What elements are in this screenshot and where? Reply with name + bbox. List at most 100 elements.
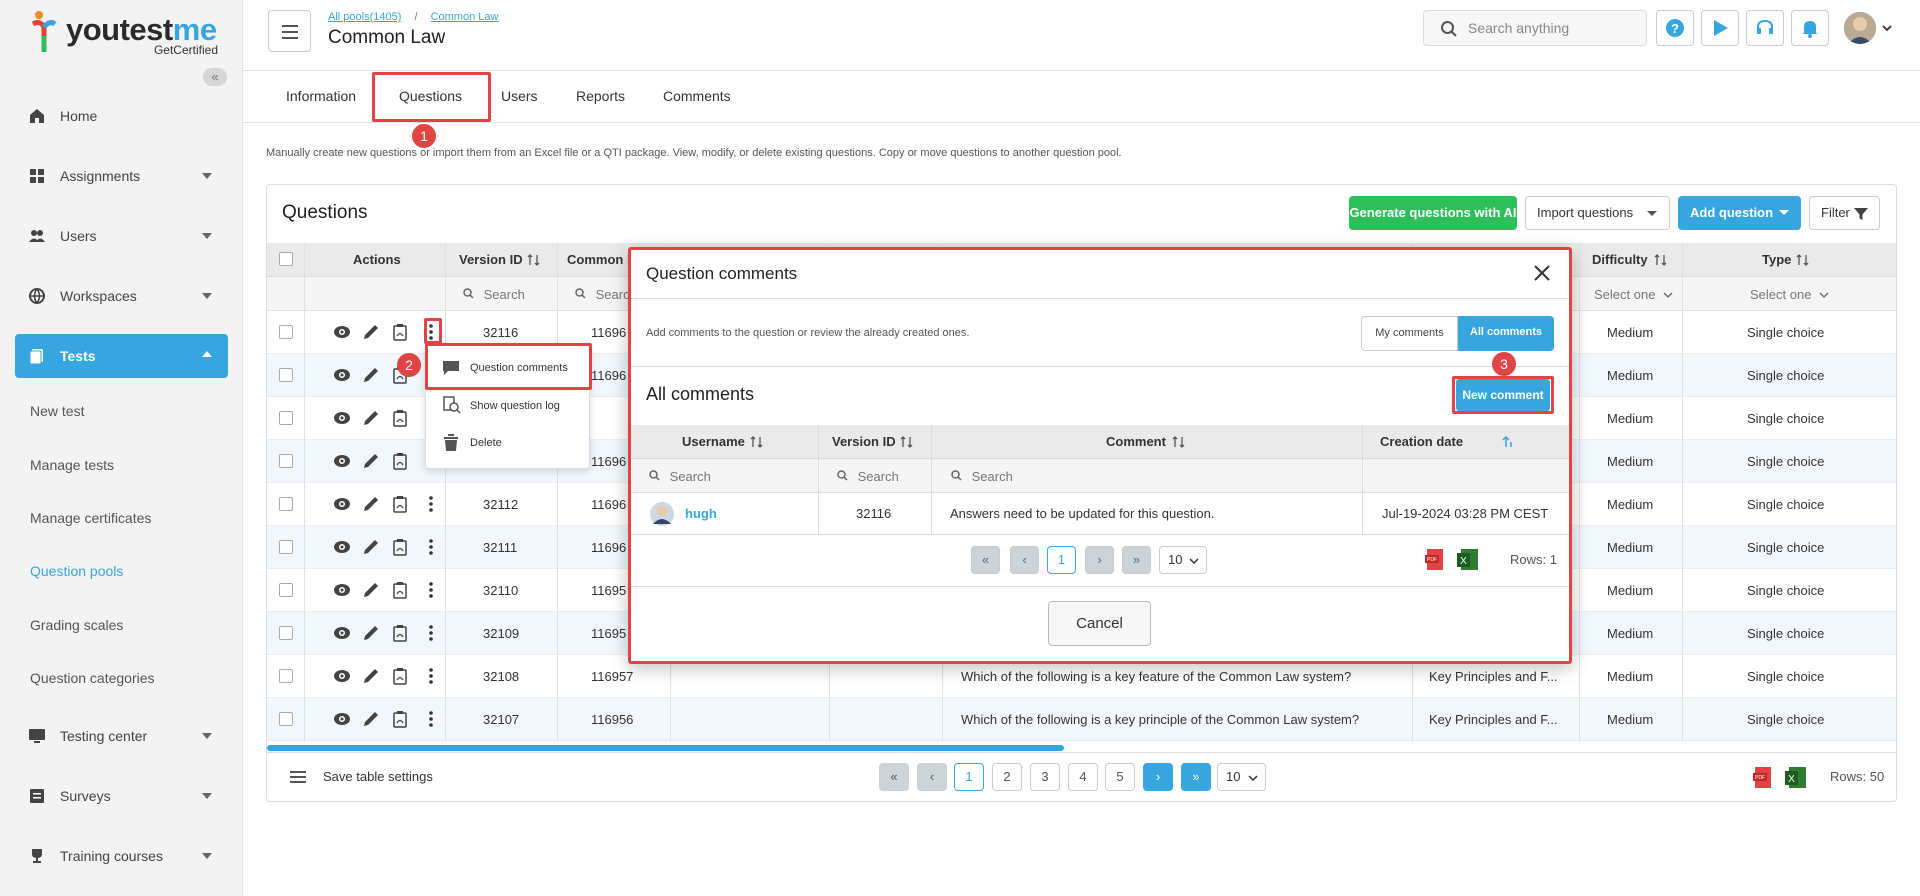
edit-icon[interactable] bbox=[362, 323, 380, 344]
view-icon[interactable] bbox=[333, 452, 351, 473]
row-checkbox[interactable] bbox=[279, 411, 293, 425]
version-id-search-input[interactable]: Search bbox=[463, 287, 525, 302]
page-button-3[interactable]: 3 bbox=[1030, 763, 1060, 791]
row-checkbox[interactable] bbox=[279, 497, 293, 511]
sidebar-item-home[interactable]: Home bbox=[15, 94, 228, 138]
row-checkbox[interactable] bbox=[279, 540, 293, 554]
row-checkbox[interactable] bbox=[279, 583, 293, 597]
view-icon[interactable] bbox=[333, 538, 351, 559]
global-search-input[interactable]: Search anything bbox=[1423, 10, 1647, 46]
comments-page-button-1[interactable]: 1 bbox=[1047, 546, 1076, 574]
play-tutorial-button[interactable] bbox=[1701, 10, 1739, 46]
comment-username[interactable]: hugh bbox=[685, 506, 717, 521]
view-icon[interactable] bbox=[333, 710, 351, 731]
comments-page-size-select[interactable]: 10 bbox=[1159, 546, 1207, 574]
horizontal-scrollbar[interactable] bbox=[267, 745, 1064, 751]
sort-ascending-icon[interactable] bbox=[1502, 436, 1514, 448]
more-options-icon[interactable] bbox=[428, 538, 434, 559]
edit-icon[interactable] bbox=[362, 581, 380, 602]
copy-move-icon[interactable] bbox=[391, 323, 409, 344]
edit-icon[interactable] bbox=[362, 452, 380, 473]
edit-icon[interactable] bbox=[362, 409, 380, 430]
tab-users[interactable]: Users bbox=[501, 88, 538, 104]
page-size-select[interactable]: 10 bbox=[1217, 763, 1266, 791]
select-all-checkbox[interactable] bbox=[279, 252, 293, 266]
prev-page-button[interactable]: ‹ bbox=[917, 763, 947, 791]
copy-move-icon[interactable] bbox=[391, 495, 409, 516]
breadcrumb-all-pools[interactable]: All pools(1405) bbox=[328, 11, 401, 23]
tab-comments[interactable]: Comments bbox=[663, 88, 731, 104]
next-page-button[interactable]: › bbox=[1143, 763, 1173, 791]
save-table-settings-button[interactable]: Save table settings bbox=[323, 769, 433, 784]
row-checkbox[interactable] bbox=[279, 712, 293, 726]
copy-move-icon[interactable] bbox=[391, 452, 409, 473]
menu-item-delete[interactable]: Delete bbox=[470, 437, 502, 449]
all-comments-toggle[interactable]: All comments bbox=[1458, 316, 1554, 351]
page-button-2[interactable]: 2 bbox=[992, 763, 1022, 791]
column-header-difficulty[interactable]: Difficulty bbox=[1592, 252, 1648, 267]
logo[interactable]: youtestme GetCertified bbox=[30, 8, 220, 58]
edit-icon[interactable] bbox=[362, 710, 380, 731]
generate-questions-ai-button[interactable]: Generate questions with AI bbox=[1349, 196, 1517, 230]
sidebar-subitem-new-test[interactable]: New test bbox=[30, 403, 84, 419]
support-button[interactable] bbox=[1746, 10, 1784, 46]
copy-move-icon[interactable] bbox=[391, 409, 409, 430]
more-options-icon[interactable] bbox=[428, 710, 434, 731]
sidebar-item-testing-center[interactable]: Testing center bbox=[15, 714, 228, 758]
difficulty-select[interactable]: Select one bbox=[1594, 287, 1673, 302]
copy-move-icon[interactable] bbox=[391, 538, 409, 559]
view-icon[interactable] bbox=[333, 366, 351, 387]
column-header-comment-version-id[interactable]: Version ID bbox=[832, 434, 896, 449]
comment-version-search-input[interactable]: Search bbox=[837, 469, 899, 484]
sort-icon[interactable] bbox=[1796, 254, 1810, 266]
view-icon[interactable] bbox=[333, 581, 351, 602]
sidebar-subitem-manage-certificates[interactable]: Manage certificates bbox=[30, 510, 151, 526]
sidebar-item-tests[interactable]: Tests bbox=[15, 334, 228, 378]
row-checkbox[interactable] bbox=[279, 454, 293, 468]
sidebar-subitem-manage-tests[interactable]: Manage tests bbox=[30, 457, 114, 473]
breadcrumb-common-law[interactable]: Common Law bbox=[431, 11, 499, 23]
pdf-export-icon[interactable]: PDF bbox=[1752, 766, 1776, 790]
column-header-common[interactable]: Common l bbox=[567, 252, 631, 267]
column-header-creation-date[interactable]: Creation date bbox=[1380, 434, 1463, 449]
edit-icon[interactable] bbox=[362, 495, 380, 516]
edit-icon[interactable] bbox=[362, 538, 380, 559]
page-button-4[interactable]: 4 bbox=[1068, 763, 1098, 791]
page-button-5[interactable]: 5 bbox=[1105, 763, 1135, 791]
sidebar-subitem-question-pools[interactable]: Question pools bbox=[30, 563, 123, 579]
edit-icon[interactable] bbox=[362, 667, 380, 688]
page-button-1[interactable]: 1 bbox=[954, 763, 984, 791]
add-question-button[interactable]: Add question bbox=[1678, 196, 1801, 230]
sidebar-subitem-grading-scales[interactable]: Grading scales bbox=[30, 617, 123, 633]
username-search-input[interactable]: Search bbox=[649, 469, 711, 484]
last-page-button[interactable]: » bbox=[1181, 763, 1211, 791]
pdf-export-icon[interactable]: PDF bbox=[1424, 548, 1448, 572]
edit-icon[interactable] bbox=[362, 624, 380, 645]
more-options-icon[interactable] bbox=[428, 624, 434, 645]
help-button[interactable]: ? bbox=[1656, 10, 1694, 46]
comments-prev-page-button[interactable]: ‹ bbox=[1010, 546, 1039, 574]
comments-next-page-button[interactable]: › bbox=[1085, 546, 1114, 574]
more-options-icon[interactable] bbox=[428, 495, 434, 516]
sort-icon[interactable] bbox=[750, 436, 764, 448]
row-checkbox[interactable] bbox=[279, 626, 293, 640]
more-options-icon[interactable] bbox=[428, 667, 434, 688]
copy-move-icon[interactable] bbox=[391, 581, 409, 602]
row-checkbox[interactable] bbox=[279, 368, 293, 382]
sidebar-subitem-question-categories[interactable]: Question categories bbox=[30, 670, 155, 686]
chevron-down-icon[interactable] bbox=[1881, 23, 1893, 33]
comments-last-page-button[interactable]: » bbox=[1122, 546, 1151, 574]
type-select[interactable]: Select one bbox=[1750, 287, 1829, 302]
menu-toggle-button[interactable] bbox=[268, 10, 311, 52]
row-checkbox[interactable] bbox=[279, 325, 293, 339]
excel-export-icon[interactable]: X bbox=[1456, 548, 1480, 572]
view-icon[interactable] bbox=[333, 409, 351, 430]
cancel-button[interactable]: Cancel bbox=[1048, 601, 1151, 646]
column-header-comment[interactable]: Comment bbox=[1106, 434, 1166, 449]
copy-move-icon[interactable] bbox=[391, 710, 409, 731]
column-header-username[interactable]: Username bbox=[682, 434, 745, 449]
copy-move-icon[interactable] bbox=[391, 624, 409, 645]
sidebar-item-training-courses[interactable]: Training courses bbox=[15, 834, 228, 878]
collapse-sidebar-button[interactable]: « bbox=[203, 68, 227, 86]
list-settings-icon[interactable] bbox=[290, 770, 306, 784]
